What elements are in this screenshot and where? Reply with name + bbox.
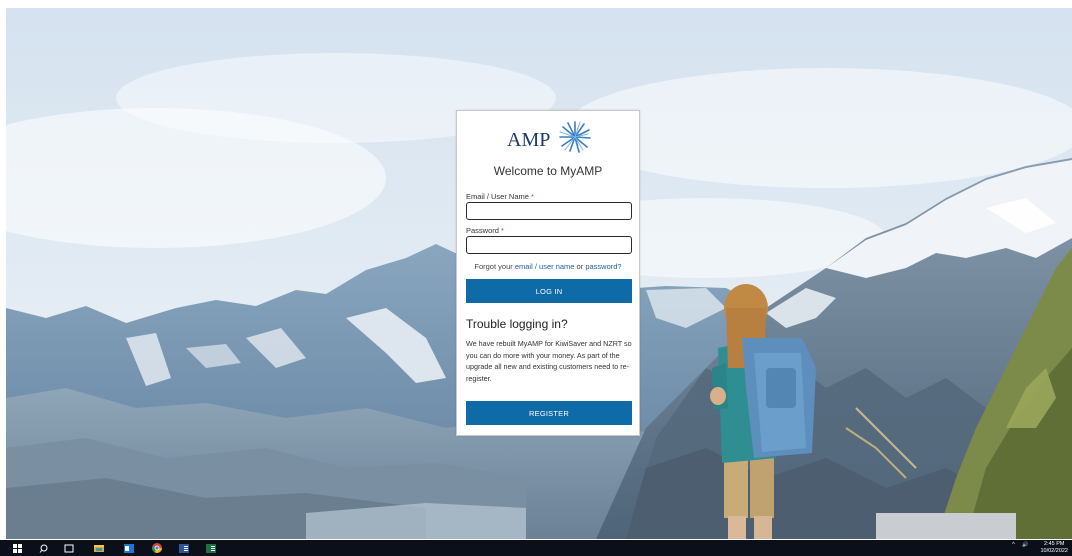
clock-date: 10/02/2022 (1040, 548, 1068, 554)
welcome-heading: Welcome to MyAMP (493, 164, 603, 178)
volume-icon[interactable]: 🔊 (1022, 542, 1028, 548)
email-input[interactable] (466, 202, 632, 220)
email-label: Email / User Name * (466, 192, 534, 201)
word-icon[interactable] (178, 543, 189, 553)
screen: AMP Welcome to MyAMP Email / User Name *… (0, 0, 1072, 556)
trouble-description: We have rebuilt MyAMP for KiwiSaver and … (466, 339, 632, 383)
file-explorer-icon[interactable] (93, 543, 104, 553)
required-marker: * (531, 192, 534, 201)
chrome-icon[interactable] (151, 543, 162, 553)
register-button[interactable]: REGISTER (466, 401, 632, 425)
password-label-text: Password (466, 226, 499, 235)
outlook-icon[interactable] (123, 543, 134, 553)
login-button[interactable]: LOG IN (466, 279, 632, 303)
forgot-email-link[interactable]: email / user name (515, 262, 575, 271)
forgot-or: or (576, 262, 584, 271)
password-input[interactable] (466, 236, 632, 254)
forgot-password-link[interactable]: password? (585, 262, 621, 271)
forgot-credentials-line: Forgot your email / user name or passwor… (457, 262, 639, 271)
login-card: AMP Welcome to MyAMP Email / User Name *… (456, 110, 640, 436)
excel-icon[interactable] (205, 543, 216, 553)
clock-time: 2:45 PM (1043, 541, 1065, 547)
windows-taskbar: ^ 🔊 2:45 PM 10/02/2022 (0, 540, 1072, 556)
logo-wordmark: AMP (507, 129, 551, 151)
windows-start-icon[interactable] (12, 543, 23, 553)
amp-logo: AMP (507, 121, 597, 155)
password-label: Password * (466, 226, 504, 235)
task-view-icon[interactable] (63, 543, 74, 553)
required-marker: * (501, 226, 504, 235)
email-label-text: Email / User Name (466, 192, 529, 201)
amp-starburst-icon (559, 121, 591, 153)
trouble-heading: Trouble logging in? (466, 317, 568, 331)
tray-chevron-icon[interactable]: ^ (1012, 542, 1015, 548)
search-icon[interactable] (38, 543, 49, 553)
system-clock[interactable]: 2:45 PM 10/02/2022 (1040, 541, 1068, 555)
forgot-prefix: Forgot your (474, 262, 513, 271)
